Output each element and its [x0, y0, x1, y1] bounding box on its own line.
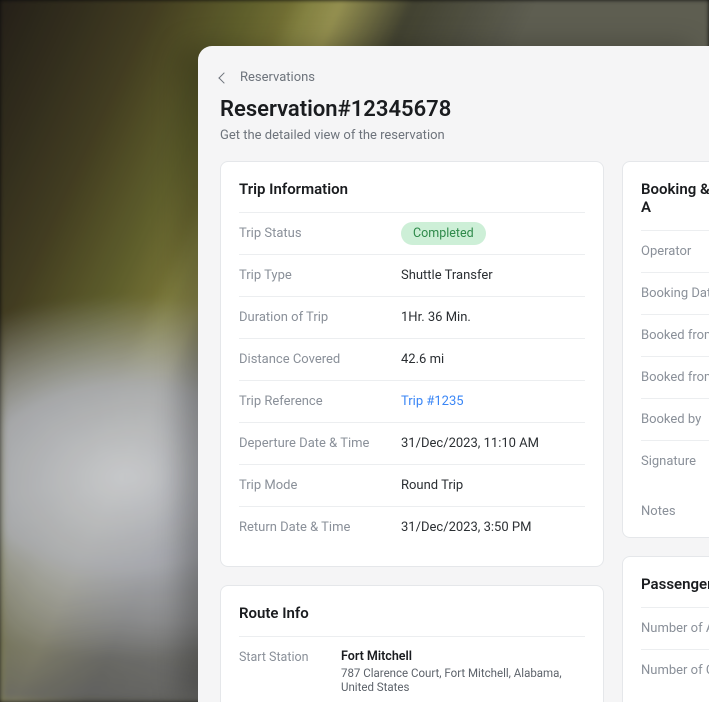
notes-label: Notes [641, 482, 709, 519]
trip-status-row: Trip Status Completed [239, 212, 585, 254]
card-title: Passenger [641, 575, 709, 607]
label: Trip Type [239, 268, 401, 283]
value: Round Trip [401, 478, 463, 493]
trip-type-row: Trip Type Shuttle Transfer [239, 254, 585, 296]
value: 31/Dec/2023, 11:10 AM [401, 436, 539, 451]
booked-by-row: Booked by [641, 398, 709, 440]
value: 1Hr. 36 Min. [401, 310, 471, 325]
breadcrumb[interactable]: Reservations [220, 70, 681, 85]
label: Trip Reference [239, 394, 401, 409]
station-name: Fort Mitchell [341, 649, 585, 664]
card-title: Booking & A [641, 180, 709, 230]
return-time-row: Return Date & Time 31/Dec/2023, 3:50 PM [239, 506, 585, 548]
num-children-row: Number of Ch [641, 649, 709, 691]
label: Duration of Trip [239, 310, 401, 325]
signature-row: Signature [641, 440, 709, 482]
chevron-left-icon [218, 72, 229, 83]
label: Booked by [641, 412, 701, 427]
num-adults-row: Number of Ad [641, 607, 709, 649]
booking-card: Booking & A Operator Booking Date Booked… [622, 161, 709, 538]
panel-header: Reservations Reservation#12345678 Get th… [198, 46, 709, 161]
right-column: Booking & A Operator Booking Date Booked… [622, 161, 709, 702]
page-subtitle: Get the detailed view of the reservation [220, 128, 681, 143]
station-address: 787 Clarence Court, Fort Mitchell, Alaba… [341, 666, 585, 694]
label: Trip Mode [239, 478, 401, 493]
trip-duration-row: Duration of Trip 1Hr. 36 Min. [239, 296, 585, 338]
trip-information-card: Trip Information Trip Status Completed T… [220, 161, 604, 567]
booked-from-row-2: Booked from [641, 356, 709, 398]
label: Operator [641, 244, 691, 259]
card-title: Route Info [239, 604, 585, 636]
breadcrumb-parent: Reservations [240, 70, 315, 85]
label: Distance Covered [239, 352, 401, 367]
value: Shuttle Transfer [401, 268, 493, 283]
value: 31/Dec/2023, 3:50 PM [401, 520, 531, 535]
card-title: Trip Information [239, 180, 585, 212]
left-column: Trip Information Trip Status Completed T… [220, 161, 604, 702]
trip-reference-row: Trip Reference Trip #1235 [239, 380, 585, 422]
label: Trip Status [239, 226, 401, 241]
operator-row: Operator [641, 230, 709, 272]
content-columns: Trip Information Trip Status Completed T… [198, 161, 709, 702]
label: Booked from [641, 370, 709, 385]
passenger-card: Passenger Number of Ad Number of Ch [622, 556, 709, 702]
label: Number of Ch [641, 663, 709, 678]
value: Completed [401, 222, 486, 245]
route-info-card: Route Info Start Station Fort Mitchell 7… [220, 585, 604, 702]
value: 42.6 mi [401, 352, 444, 367]
booked-from-row-1: Booked from [641, 314, 709, 356]
trip-distance-row: Distance Covered 42.6 mi [239, 338, 585, 380]
label: Booking Date [641, 286, 709, 301]
booking-date-row: Booking Date [641, 272, 709, 314]
page-title: Reservation#12345678 [220, 97, 681, 122]
label: Return Date & Time [239, 520, 401, 535]
start-station-row: Start Station Fort Mitchell 787 Clarence… [239, 636, 585, 702]
label: Deperture Date & Time [239, 436, 401, 451]
label: Signature [641, 454, 696, 469]
status-badge: Completed [401, 222, 486, 245]
trip-reference-link[interactable]: Trip #1235 [401, 394, 464, 409]
label: Number of Ad [641, 621, 709, 636]
label: Booked from [641, 328, 709, 343]
label: Start Station [239, 649, 341, 667]
body: Fort Mitchell 787 Clarence Court, Fort M… [341, 649, 585, 694]
departure-time-row: Deperture Date & Time 31/Dec/2023, 11:10… [239, 422, 585, 464]
trip-mode-row: Trip Mode Round Trip [239, 464, 585, 506]
reservation-detail-panel: Reservations Reservation#12345678 Get th… [198, 46, 709, 702]
